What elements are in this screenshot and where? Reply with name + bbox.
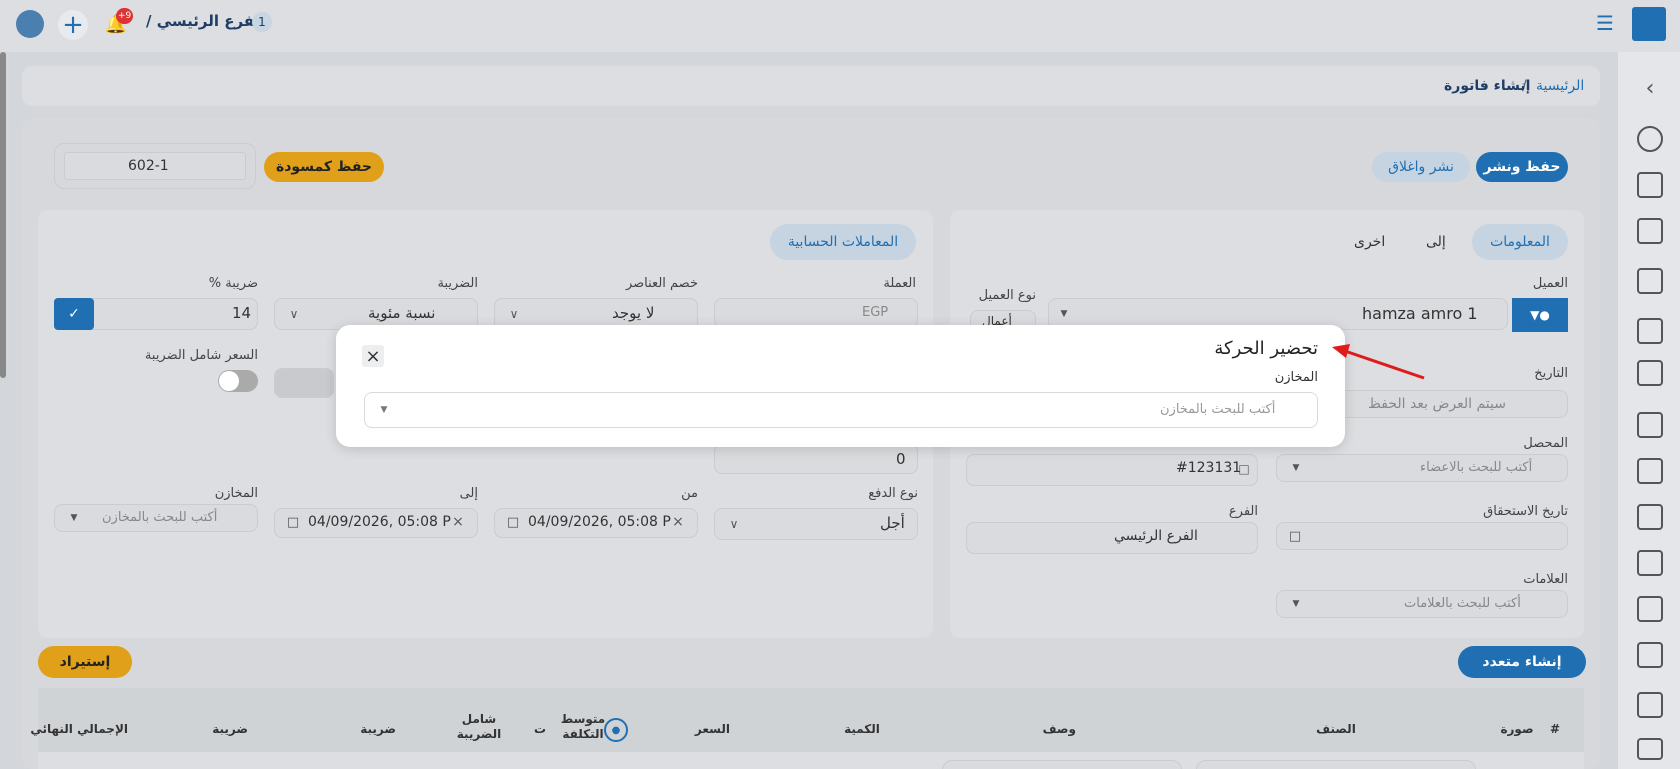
modal-stores-label: المخازن [1274,370,1318,385]
caret-down-icon: ▼ [380,405,388,415]
prepare-movement-modal [336,325,1345,447]
modal-stores-placeholder: أكتب للبحث بالمخازن [1160,402,1276,417]
close-icon[interactable]: × [362,345,384,367]
annotation-arrow [1332,344,1425,380]
modal-title: تحضير الحركة [1214,338,1318,359]
